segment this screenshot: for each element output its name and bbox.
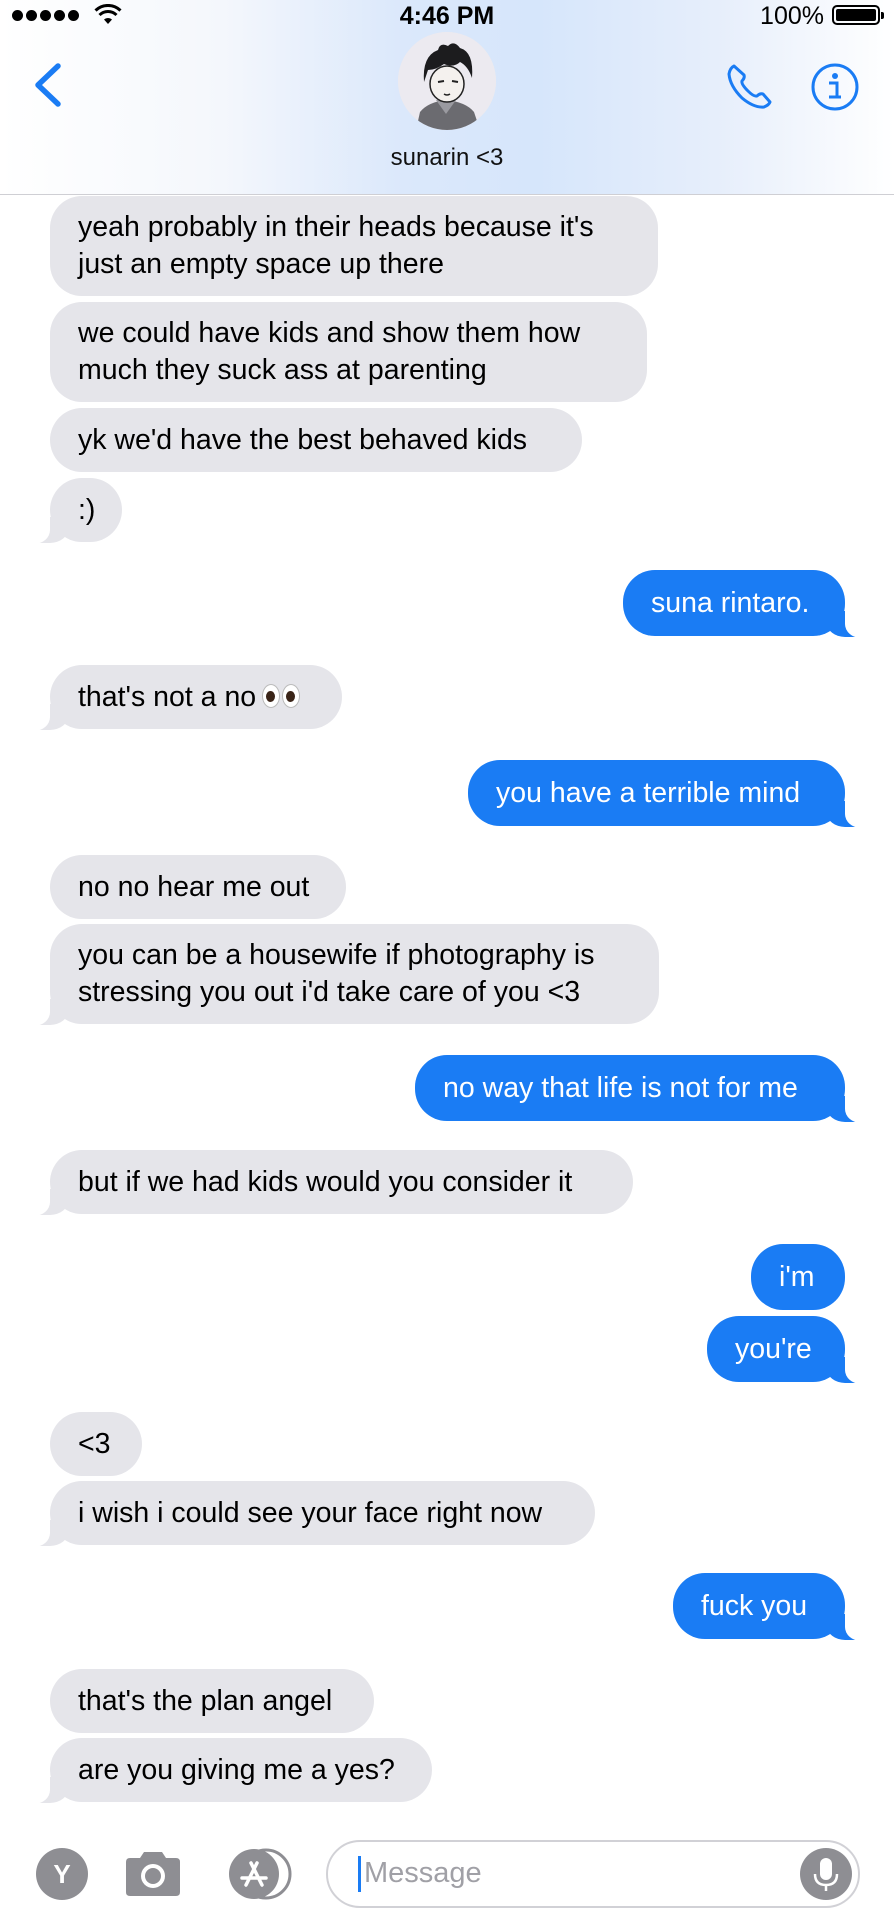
app-store-icon[interactable] [222, 1846, 296, 1902]
camera-icon[interactable] [122, 1848, 184, 1900]
message-text: no no hear me out [78, 870, 310, 903]
message-bubble-incoming[interactable]: yeah probably in their heads because it'… [50, 196, 658, 296]
battery-percentage: 100% [760, 2, 824, 30]
message-text: <3 [78, 1427, 111, 1460]
message-text: you have a terrible mind [496, 776, 801, 809]
message-text: that's not a no [78, 680, 257, 713]
eyes-emoji-icon [262, 684, 301, 708]
message-bubble-incoming[interactable]: yk we'd have the best behaved kids [50, 408, 582, 472]
conversation-header: 4:46 PM 100% sunarin <3 [0, 0, 894, 195]
message-text: fuck you [701, 1589, 808, 1622]
message-bubble-outgoing[interactable]: you have a terrible mind [468, 760, 875, 828]
contact-avatar[interactable] [398, 32, 496, 130]
message-bubble-incoming[interactable]: :) [20, 478, 122, 544]
message-bubble-incoming[interactable]: but if we had kids would you consider it [20, 1150, 633, 1216]
message-input-placeholder: Message [364, 1857, 482, 1889]
message-bubble-outgoing[interactable]: fuck you [673, 1573, 875, 1641]
message-text: you can be a housewife if photography is… [78, 939, 595, 1008]
message-thread[interactable]: yeah probably in their heads because it'… [0, 195, 894, 1825]
message-text: you're [735, 1332, 812, 1365]
message-bubble-incoming[interactable]: you can be a housewife if photography is… [20, 924, 659, 1026]
message-bubble-incoming[interactable]: <3 [50, 1412, 142, 1476]
battery-icon [832, 5, 884, 25]
phone-icon[interactable] [722, 60, 776, 114]
message-bubble-outgoing[interactable]: no way that life is not for me [415, 1055, 875, 1123]
message-text: no way that life is not for me [443, 1071, 798, 1104]
app-button-y[interactable]: Y [36, 1848, 88, 1900]
microphone-icon[interactable] [800, 1848, 852, 1900]
message-text: are you giving me a yes? [78, 1753, 395, 1786]
message-text: but if we had kids would you consider it [78, 1165, 573, 1198]
message-text: :) [78, 493, 96, 526]
message-bubble-incoming[interactable]: that's not a no [20, 665, 342, 731]
message-bubble-incoming[interactable]: that's the plan angel [50, 1669, 374, 1733]
message-text: we could have kids and show them how muc… [78, 317, 581, 386]
message-bubble-outgoing[interactable]: you're [707, 1316, 875, 1384]
back-button[interactable] [28, 60, 68, 110]
avatar-portrait-icon [398, 32, 496, 130]
message-bubble-outgoing[interactable]: suna rintaro. [623, 570, 875, 638]
message-text: yk we'd have the best behaved kids [78, 423, 528, 456]
message-bubble-outgoing[interactable]: i'm [751, 1244, 845, 1310]
info-icon[interactable] [810, 62, 860, 112]
text-cursor [358, 1856, 361, 1892]
message-text: i wish i could see your face right now [78, 1496, 543, 1529]
message-bubble-incoming[interactable]: no no hear me out [50, 855, 346, 919]
message-bubble-incoming[interactable]: i wish i could see your face right now [20, 1481, 595, 1547]
contact-name[interactable]: sunarin <3 [0, 144, 894, 172]
message-text: that's the plan angel [78, 1684, 333, 1717]
message-text: yeah probably in their heads because it'… [78, 211, 594, 280]
message-text: suna rintaro. [651, 586, 810, 619]
message-bubble-incoming[interactable]: are you giving me a yes? [20, 1738, 432, 1804]
message-text: i'm [779, 1260, 815, 1293]
message-bubble-incoming[interactable]: we could have kids and show them how muc… [50, 302, 647, 402]
status-bar: 4:46 PM 100% [0, 0, 894, 30]
